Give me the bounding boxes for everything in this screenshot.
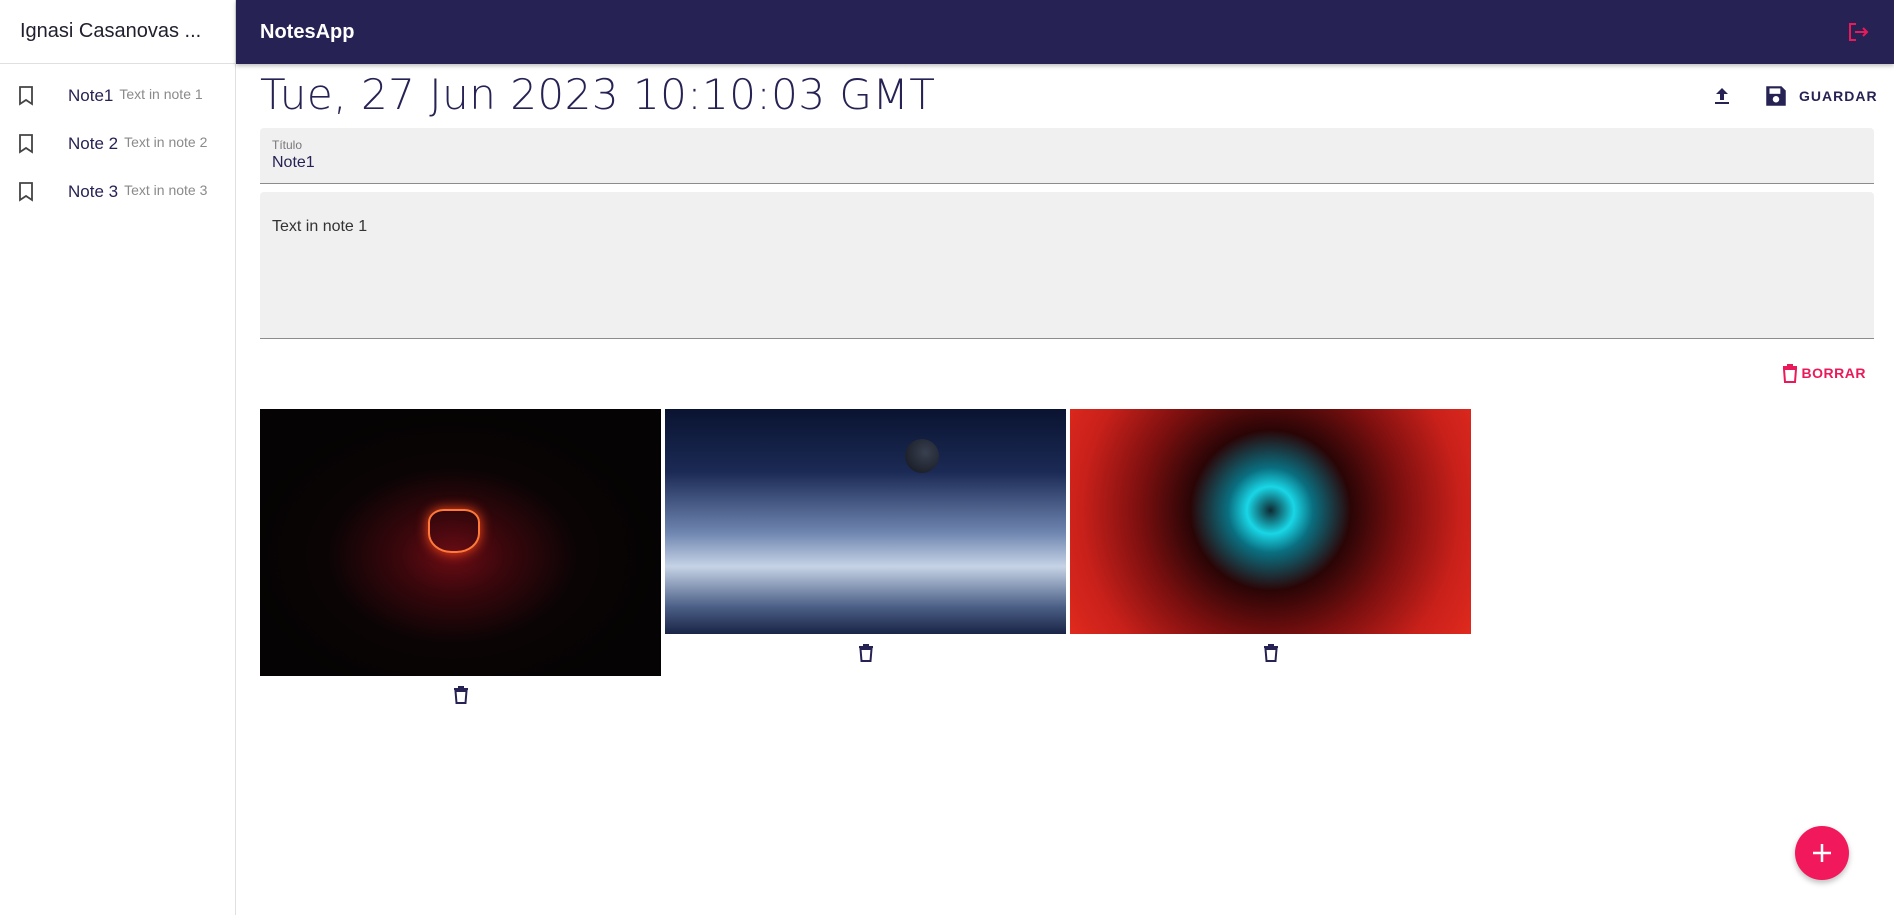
note-preview: Text in note 3 [124, 182, 208, 198]
trash-icon [453, 686, 468, 704]
bookmark-icon [14, 84, 38, 108]
app-bar: NotesApp [236, 0, 1894, 64]
logout-icon[interactable] [1846, 20, 1870, 44]
upload-button[interactable] [1707, 81, 1737, 111]
note-title: Note1 [68, 86, 114, 105]
note-date: Tue, 27 Jun 2023 10:10:03 GMT [260, 70, 936, 119]
delete-label: BORRAR [1801, 365, 1866, 381]
delete-row: BORRAR [260, 339, 1874, 409]
save-label: GUARDAR [1799, 88, 1878, 104]
plus-icon [1813, 844, 1831, 862]
trash-icon [1263, 644, 1278, 662]
delete-image-button[interactable] [851, 638, 881, 668]
note-preview: Text in note 1 [119, 86, 203, 102]
note-list-item[interactable]: Note 2 Text in note 2 [0, 120, 235, 168]
note-image [1070, 409, 1471, 634]
delete-note-button[interactable]: BORRAR [1782, 363, 1866, 383]
delete-image-button[interactable] [446, 680, 476, 710]
note-editor: Tue, 27 Jun 2023 10:10:03 GMT GUARDAR Tí… [260, 64, 1877, 710]
upload-icon [1715, 88, 1729, 104]
note-list-item[interactable]: Note1 Text in note 1 [0, 72, 235, 120]
sidebar-header: Ignasi Casanovas ... [0, 0, 235, 64]
gallery-item [260, 409, 661, 710]
bookmark-icon [14, 180, 38, 204]
note-image [260, 409, 661, 676]
save-button[interactable]: GUARDAR [1757, 79, 1884, 113]
note-list-item[interactable]: Note 3 Text in note 3 [0, 168, 235, 216]
note-image [665, 409, 1066, 634]
bookmark-icon [14, 132, 38, 156]
note-title: Note 2 [68, 134, 119, 153]
title-field: Título [260, 128, 1874, 184]
sidebar: Ignasi Casanovas ... Note1 Text in note … [0, 0, 236, 915]
body-textarea[interactable]: Text in note 1 [272, 218, 1852, 328]
gallery-item [665, 409, 1066, 668]
note-title: Note 3 [68, 182, 119, 201]
delete-image-button[interactable] [1256, 638, 1286, 668]
editor-toolbar: Tue, 27 Jun 2023 10:10:03 GMT GUARDAR [260, 64, 1877, 126]
gallery-item [1070, 409, 1471, 668]
note-list: Note1 Text in note 1 Note 2 Text in note… [0, 64, 235, 216]
title-input[interactable] [272, 154, 1852, 172]
add-note-button[interactable] [1795, 826, 1849, 880]
note-preview: Text in note 2 [124, 134, 208, 150]
save-icon [1766, 86, 1786, 106]
app-title: NotesApp [260, 20, 355, 43]
user-name: Ignasi Casanovas ... [20, 20, 202, 42]
trash-icon [858, 644, 873, 662]
trash-icon [1782, 364, 1797, 383]
image-gallery [260, 409, 1874, 710]
body-field: Text in note 1 [260, 192, 1874, 339]
title-field-label: Título [272, 138, 303, 152]
